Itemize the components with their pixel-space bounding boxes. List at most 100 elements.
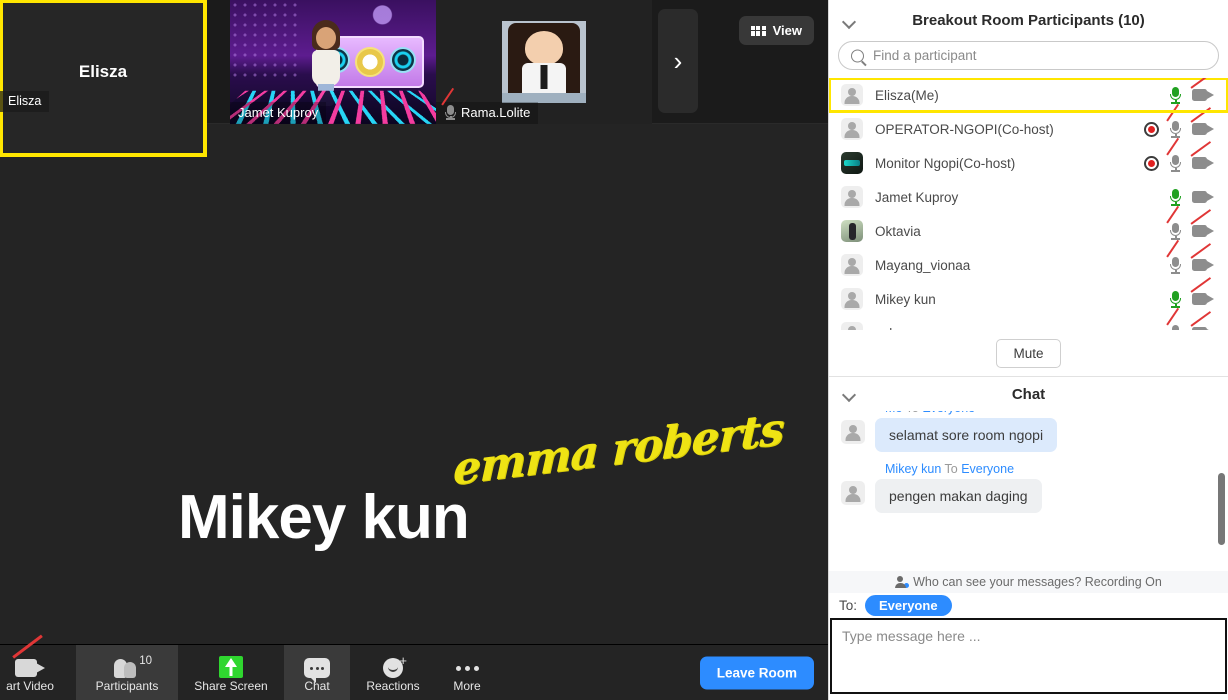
camera-off-icon[interactable]	[1192, 156, 1214, 170]
mic-on-icon[interactable]	[1169, 87, 1182, 104]
chat-to-word: To	[945, 462, 958, 476]
more-icon	[456, 654, 479, 678]
toolbar-share-screen-button[interactable]: Share Screen	[178, 645, 284, 700]
search-input[interactable]	[873, 48, 1218, 63]
chat-message-text: selamat sore room ngopi	[875, 418, 1057, 452]
view-button[interactable]: View	[739, 16, 814, 45]
participant-search-wrapper	[829, 41, 1228, 78]
participant-name: Mikey kun	[875, 292, 1169, 307]
camera-on-icon[interactable]	[1192, 190, 1214, 204]
avatar	[841, 152, 863, 174]
participant-name: Oktavia	[875, 224, 1169, 239]
profile-picture	[502, 21, 586, 103]
camera-off-icon[interactable]	[1192, 326, 1214, 330]
camera-off-icon[interactable]	[1192, 224, 1214, 238]
thumbnail-rama[interactable]: Rama.Lolite	[436, 0, 652, 124]
participant-row[interactable]: OPERATOR-NGOPI(Co-host)	[829, 112, 1228, 146]
chat-message-input[interactable]	[830, 618, 1227, 694]
right-side-panel: Breakout Room Participants (10) Elisza(M…	[828, 0, 1228, 700]
participant-status-icons	[1144, 121, 1214, 138]
chat-sender: Mikey kun	[885, 462, 941, 476]
mute-button[interactable]: Mute	[996, 339, 1060, 368]
leave-room-button[interactable]: Leave Room	[700, 656, 814, 689]
participants-count-badge: 10	[139, 655, 152, 667]
chat-privacy-text: Who can see your messages? Recording On	[913, 575, 1162, 589]
view-button-label: View	[773, 23, 802, 38]
collapse-chevron-down-icon[interactable]	[843, 15, 855, 27]
avatar	[841, 254, 863, 276]
boombox-logo-icon	[355, 47, 385, 77]
participant-name: OPERATOR-NGOPI(Co-host)	[875, 122, 1144, 137]
chat-message-meta: Mikey kun To Everyone	[885, 462, 1216, 476]
participants-list[interactable]: Elisza(Me) OPERATOR-NGOPI(Co-host) Monit…	[829, 78, 1228, 330]
thumbnail-name-label: Rama.Lolite	[436, 102, 538, 124]
participants-icon: 10	[112, 654, 142, 678]
toolbar-chat-button[interactable]: Chat	[284, 645, 350, 700]
participant-search-box[interactable]	[838, 41, 1219, 70]
main-video-stage[interactable]: emma roberts Mikey kun	[0, 124, 828, 644]
participant-name: Jamet Kuproy	[875, 190, 1169, 205]
participant-status-icons	[1169, 257, 1214, 274]
mic-off-icon[interactable]	[1169, 325, 1182, 331]
participant-name: Monitor Ngopi(Co-host)	[875, 156, 1144, 171]
video-off-icon	[15, 654, 45, 678]
camera-off-icon[interactable]	[1192, 292, 1214, 306]
chevron-right-icon: ›	[674, 48, 683, 74]
next-page-button[interactable]: ›	[658, 9, 698, 113]
chat-message: Me To Everyone selamat sore room ngopi	[841, 411, 1216, 452]
chat-scrollbar[interactable]	[1218, 473, 1225, 545]
meeting-toolbar: art Video 10 Participants Share Screen C…	[0, 644, 828, 700]
mic-off-icon[interactable]	[1169, 121, 1182, 138]
participant-row[interactable]: Mayang_vionaa	[829, 248, 1228, 282]
toolbar-reactions-button[interactable]: + Reactions	[350, 645, 436, 700]
avatar	[841, 322, 863, 330]
mic-on-icon[interactable]	[1169, 291, 1182, 308]
disco-dots	[230, 0, 300, 77]
avatar	[841, 118, 863, 140]
chat-panel-title: Chat	[1012, 386, 1045, 403]
camera-off-icon[interactable]	[1192, 88, 1214, 102]
reactions-icon: +	[383, 654, 403, 678]
chat-recipient-selector[interactable]: Everyone	[865, 595, 952, 616]
participant-row[interactable]: Jamet Kuproy	[829, 180, 1228, 214]
chat-to-word: To	[906, 411, 919, 415]
chat-input-wrapper	[829, 618, 1228, 700]
participant-name: Mayang_vionaa	[875, 258, 1169, 273]
mic-off-icon[interactable]	[1169, 223, 1182, 240]
participant-status-icons	[1144, 155, 1214, 172]
participants-panel-header: Breakout Room Participants (10)	[829, 0, 1228, 41]
chat-panel: Chat Me To Everyone selamat sore room ng…	[829, 376, 1228, 700]
thumbnail-self[interactable]: Elisza Elisza	[0, 0, 206, 156]
mic-off-icon[interactable]	[1169, 155, 1182, 172]
chat-collapse-chevron-down-icon[interactable]	[843, 388, 855, 400]
participant-name: yuly na	[875, 326, 1169, 331]
camera-off-icon[interactable]	[1192, 258, 1214, 272]
grid-view-icon	[751, 26, 766, 36]
chat-message-list[interactable]: Me To Everyone selamat sore room ngopi M…	[829, 411, 1228, 571]
participants-count: (10)	[1118, 12, 1145, 29]
camera-off-icon[interactable]	[1192, 122, 1214, 136]
mic-on-icon[interactable]	[1169, 189, 1182, 206]
participant-row[interactable]: Mikey kun	[829, 282, 1228, 316]
participant-row[interactable]: Oktavia	[829, 214, 1228, 248]
mic-off-icon[interactable]	[1169, 257, 1182, 274]
participant-row[interactable]: Elisza(Me)	[829, 78, 1228, 112]
chat-destination: Everyone	[961, 462, 1014, 476]
toolbar-start-video-button[interactable]: art Video	[0, 645, 76, 700]
video-area: Elisza Elisza Jamet Kuproy Rama.Lolite ›…	[0, 0, 828, 700]
chat-sender: Me	[885, 411, 902, 415]
mic-off-icon	[444, 105, 456, 120]
avatar	[841, 481, 865, 505]
participant-row[interactable]: Monitor Ngopi(Co-host)	[829, 146, 1228, 180]
share-screen-icon	[219, 654, 243, 678]
chat-to-label: To:	[839, 598, 857, 613]
thumbnail-jamet[interactable]: Jamet Kuproy	[230, 0, 436, 124]
toolbar-more-button[interactable]: More	[436, 645, 498, 700]
toolbar-participants-button[interactable]: 10 Participants	[76, 645, 178, 700]
participant-status-icons	[1169, 189, 1214, 206]
chat-message-meta: Me To Everyone	[885, 411, 1216, 415]
zoom-meeting-window: Elisza Elisza Jamet Kuproy Rama.Lolite ›…	[0, 0, 1228, 700]
chat-privacy-notice[interactable]: Who can see your messages? Recording On	[829, 571, 1228, 593]
avatar	[841, 186, 863, 208]
participant-row[interactable]: yuly na	[829, 316, 1228, 330]
